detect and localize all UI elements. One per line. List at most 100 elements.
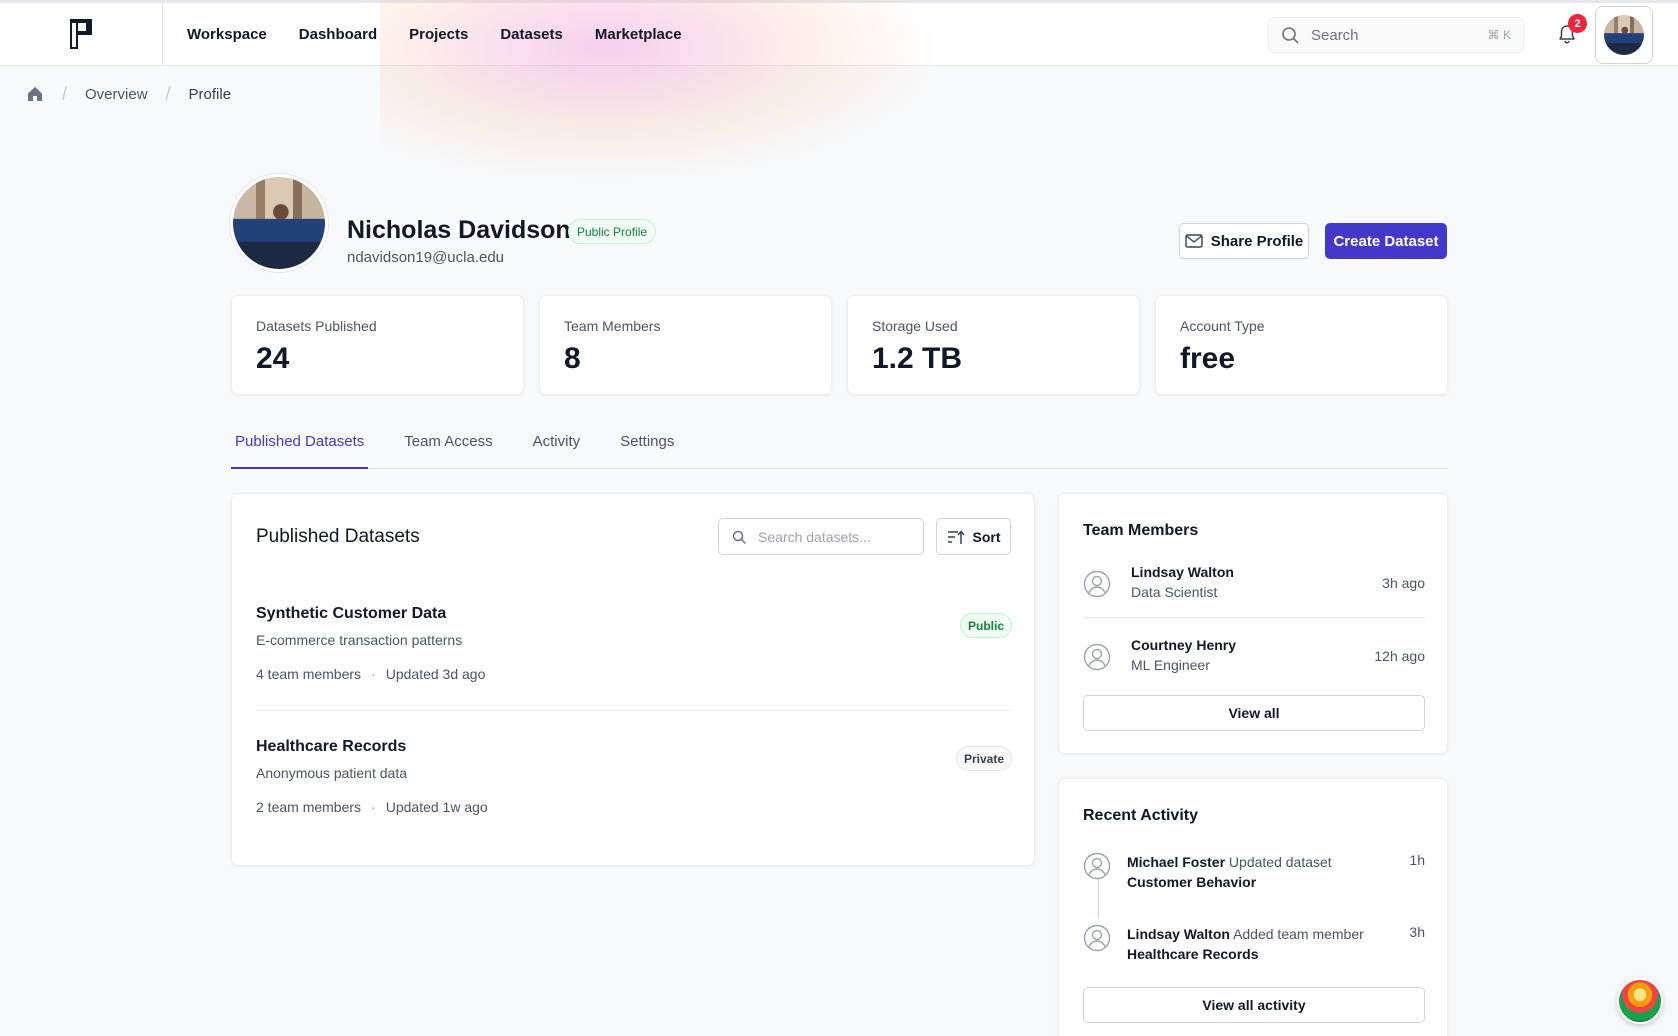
stat-value: free bbox=[1180, 342, 1236, 375]
panel-title: Team Members bbox=[1083, 522, 1199, 539]
activity-action: Updated dataset bbox=[1228, 854, 1332, 870]
search-icon bbox=[732, 530, 746, 544]
logo-cell bbox=[0, 2, 163, 66]
stat-value: 1.2 TB bbox=[872, 342, 963, 375]
sort-button[interactable]: Sort bbox=[936, 518, 1011, 555]
activity-item[interactable]: Lindsay Walton Added team member Healthc… bbox=[1083, 924, 1425, 968]
activity-action: Added team member bbox=[1233, 926, 1364, 942]
main-nav: Workspace Dashboard Projects Datasets Ma… bbox=[187, 26, 714, 43]
member-role: ML Engineer bbox=[1131, 657, 1210, 673]
breadcrumb-profile: Profile bbox=[188, 85, 232, 103]
activity-item[interactable]: Michael Foster Updated dataset Customer … bbox=[1083, 852, 1425, 896]
panel-title: Published Datasets bbox=[256, 526, 420, 547]
tab-published-datasets[interactable]: Published Datasets bbox=[231, 430, 369, 469]
member-name: Courtney Henry bbox=[1131, 637, 1237, 653]
published-datasets-panel: Published Datasets Search datasets... So… bbox=[231, 493, 1035, 866]
dataset-meta: 2 team members · Updated 1w ago bbox=[256, 799, 1012, 815]
activity-target[interactable]: Customer Behavior bbox=[1127, 874, 1256, 890]
stat-card-account-type: Account Type free bbox=[1155, 295, 1448, 395]
tab-activity[interactable]: Activity bbox=[529, 430, 585, 469]
nav-projects[interactable]: Projects bbox=[409, 26, 468, 43]
dataset-members: 2 team members bbox=[256, 799, 362, 815]
user-menu-button[interactable] bbox=[1595, 6, 1653, 64]
search-icon bbox=[1282, 27, 1299, 44]
team-member-row[interactable]: Courtney Henry ML Engineer 12h ago bbox=[1083, 633, 1425, 695]
dataset-visibility-tag: Public bbox=[959, 613, 1012, 638]
global-search-input[interactable]: Search ⌘ K bbox=[1268, 17, 1524, 53]
breadcrumb-overview[interactable]: Overview bbox=[85, 86, 148, 103]
activity-actor: Michael Foster bbox=[1127, 854, 1226, 870]
dataset-name[interactable]: Healthcare Records bbox=[256, 738, 1012, 756]
avatar bbox=[1604, 15, 1644, 55]
stat-label: Datasets Published bbox=[256, 318, 377, 334]
tab-settings[interactable]: Settings bbox=[616, 430, 678, 469]
search-shortcut: ⌘ K bbox=[1487, 28, 1511, 42]
stat-label: Team Members bbox=[564, 318, 661, 334]
stat-value: 8 bbox=[564, 342, 581, 375]
tab-team-access[interactable]: Team Access bbox=[400, 430, 496, 469]
member-role: Data Scientist bbox=[1131, 584, 1218, 600]
create-dataset-button[interactable]: Create Dataset bbox=[1325, 223, 1447, 259]
stat-label: Account Type bbox=[1180, 318, 1265, 334]
search-placeholder: Search bbox=[1311, 26, 1359, 44]
dataset-description: E-commerce transaction patterns bbox=[256, 632, 463, 648]
list-divider bbox=[256, 710, 1012, 711]
brand-logo-icon[interactable] bbox=[68, 17, 94, 51]
profile-email: ndavidson19@ucla.edu bbox=[347, 249, 505, 266]
sort-icon bbox=[947, 529, 965, 544]
member-name: Lindsay Walton bbox=[1131, 564, 1234, 580]
breadcrumb: / Overview / Profile bbox=[26, 83, 231, 105]
nav-datasets[interactable]: Datasets bbox=[500, 26, 563, 43]
sort-label: Sort bbox=[972, 528, 1001, 545]
stat-label: Storage Used bbox=[872, 318, 958, 334]
team-member-row[interactable]: Lindsay Walton Data Scientist 3h ago bbox=[1083, 560, 1425, 622]
meta-separator: · bbox=[371, 799, 376, 815]
assistant-launcher-icon[interactable] bbox=[1617, 978, 1663, 1024]
notification-badge: 2 bbox=[1568, 14, 1587, 33]
dataset-description: Anonymous patient data bbox=[256, 765, 407, 781]
list-divider bbox=[1083, 617, 1425, 618]
dataset-members: 4 team members bbox=[256, 666, 362, 682]
stat-value: 24 bbox=[256, 342, 290, 375]
dataset-visibility-tag: Private bbox=[955, 746, 1012, 771]
home-icon[interactable] bbox=[26, 85, 44, 103]
activity-actor: Lindsay Walton bbox=[1127, 926, 1230, 942]
profile-visibility-badge: Public Profile bbox=[568, 219, 657, 244]
member-last-active: 3h ago bbox=[1382, 575, 1425, 591]
profile-name: Nicholas Davidson bbox=[347, 216, 571, 244]
dataset-list-item[interactable]: Synthetic Customer Data E-commerce trans… bbox=[256, 605, 1012, 682]
user-icon bbox=[1083, 924, 1111, 952]
share-profile-label: Share Profile bbox=[1210, 232, 1304, 250]
recent-activity-panel: Recent Activity Michael Foster Updated d… bbox=[1058, 778, 1448, 1036]
member-last-active: 12h ago bbox=[1374, 648, 1425, 664]
user-icon bbox=[1083, 570, 1111, 598]
activity-target[interactable]: Healthcare Records bbox=[1127, 946, 1259, 962]
breadcrumb-separator: / bbox=[165, 83, 171, 104]
nav-marketplace[interactable]: Marketplace bbox=[595, 26, 682, 43]
stat-card-storage-used: Storage Used 1.2 TB bbox=[847, 295, 1140, 395]
profile-avatar bbox=[230, 174, 328, 272]
panel-title: Recent Activity bbox=[1083, 807, 1198, 824]
user-icon bbox=[1083, 643, 1111, 671]
dataset-updated: Updated 3d ago bbox=[385, 666, 486, 682]
activity-text: Michael Foster Updated dataset Customer … bbox=[1127, 852, 1377, 892]
dataset-list-item[interactable]: Healthcare Records Anonymous patient dat… bbox=[256, 738, 1012, 815]
dataset-name[interactable]: Synthetic Customer Data bbox=[256, 605, 1012, 623]
user-icon bbox=[1083, 852, 1111, 880]
dataset-search-input[interactable]: Search datasets... bbox=[718, 518, 924, 555]
nav-workspace[interactable]: Workspace bbox=[187, 26, 267, 43]
team-members-panel: Team Members Lindsay Walton Data Scienti… bbox=[1058, 493, 1448, 754]
activity-time: 1h bbox=[1409, 852, 1425, 868]
view-all-members-button[interactable]: View all bbox=[1083, 695, 1425, 731]
dataset-meta: 4 team members · Updated 3d ago bbox=[256, 666, 1012, 682]
share-profile-button[interactable]: Share Profile bbox=[1179, 223, 1309, 259]
activity-time: 3h bbox=[1409, 924, 1425, 940]
stat-card-datasets-published: Datasets Published 24 bbox=[231, 295, 524, 395]
mail-icon bbox=[1185, 234, 1203, 248]
nav-dashboard[interactable]: Dashboard bbox=[299, 26, 377, 43]
view-all-activity-button[interactable]: View all activity bbox=[1083, 987, 1425, 1023]
breadcrumb-separator: / bbox=[62, 83, 68, 104]
activity-text: Lindsay Walton Added team member Healthc… bbox=[1127, 924, 1377, 964]
profile-tabs: Published Datasets Team Access Activity … bbox=[231, 430, 1448, 469]
dataset-search-placeholder: Search datasets... bbox=[758, 528, 871, 545]
